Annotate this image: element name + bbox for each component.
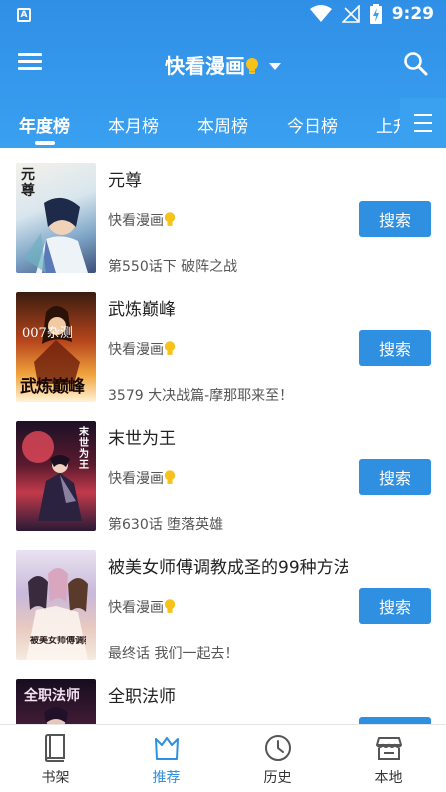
source-selector[interactable]: 快看漫画 [0, 50, 446, 79]
status-time: 9:29 [391, 4, 434, 24]
lightbulb-icon [164, 599, 176, 613]
list-item[interactable]: 末世为王 末世为王 快看漫画 第630话 堕落英雄 搜索 [0, 406, 446, 535]
comic-cover[interactable]: 末世为王 [16, 421, 96, 531]
cover-title-text: 元尊 [21, 167, 35, 199]
comic-source: 快看漫画 [108, 339, 176, 359]
search-button[interactable]: 搜索 [359, 588, 431, 624]
no-signal-icon [341, 5, 360, 23]
app-title: 快看漫画 [165, 54, 245, 78]
comic-cover[interactable]: 元尊 [16, 163, 96, 273]
comic-title: 元尊 [108, 171, 142, 191]
nav-bookshelf[interactable]: 书架 [0, 725, 111, 792]
comic-source: 快看漫画 [108, 468, 176, 488]
cover-badge-text: 007杂测 [22, 326, 73, 341]
search-button[interactable]: 搜索 [359, 459, 431, 495]
status-icons: 9:29 [309, 4, 434, 24]
cover-title-text: 武炼巅峰 [20, 377, 85, 397]
crown-icon [155, 737, 179, 760]
comic-source: 快看漫画 [108, 210, 176, 230]
lightbulb-icon [246, 58, 258, 74]
store-icon [376, 737, 402, 760]
comic-title: 被美女师傅调教成圣的99种方法 [108, 558, 348, 578]
tabs-more-button[interactable] [400, 98, 446, 148]
nav-recommend[interactable]: 推荐 [111, 725, 222, 792]
latest-chapter: 第550话下 破阵之战 [108, 259, 238, 275]
tab-weekly[interactable]: 本周榜 [197, 112, 248, 137]
lightbulb-icon [164, 341, 176, 355]
comic-cover[interactable]: 007杂测 武炼巅峰 [16, 292, 96, 402]
status-bar: A 9:29 [0, 0, 446, 32]
comic-title: 武炼巅峰 [108, 300, 176, 320]
dropdown-caret-icon [269, 63, 281, 70]
ranking-tabs: 年度榜 本月榜 本周榜 今日榜 上升 [0, 98, 446, 148]
lightbulb-icon [164, 470, 176, 484]
list-item[interactable]: 被美女师傅调教 被美女师傅调教成圣的99种方法 快看漫画 最终话 我们一起去！ … [0, 535, 446, 664]
app-bar: 快看漫画 [0, 32, 446, 96]
nav-label: 书架 [41, 770, 70, 786]
clock-icon [265, 735, 291, 761]
comic-title: 末世为王 [108, 429, 176, 449]
nav-label: 历史 [263, 770, 292, 786]
list-item[interactable]: 全职法师 全职法师 搜索 [0, 664, 446, 724]
comic-cover[interactable]: 全职法师 [16, 679, 96, 724]
search-icon[interactable] [402, 50, 430, 78]
list-item[interactable]: 元尊 元尊 快看漫画 第550话下 破阵之战 搜索 [0, 148, 446, 277]
cover-title-text: 全职法师 [24, 688, 80, 704]
latest-chapter: 第630话 堕落英雄 [108, 517, 224, 533]
comic-source: 快看漫画 [108, 597, 176, 617]
tab-yearly[interactable]: 年度榜 [19, 112, 70, 137]
bottom-navigation: 书架 推荐 历史 本地 [0, 724, 446, 792]
nav-local[interactable]: 本地 [333, 725, 444, 792]
wifi-icon [309, 5, 332, 22]
tab-indicator [35, 141, 55, 145]
comic-list: 元尊 元尊 快看漫画 第550话下 破阵之战 搜索 007杂测 武炼巅峰 武炼巅… [0, 148, 446, 724]
cover-title-text: 被美女师傅调教 [30, 636, 86, 646]
app-notification-icon: A [17, 8, 31, 22]
list-item[interactable]: 007杂测 武炼巅峰 武炼巅峰 快看漫画 3579 大决战篇-摩那耶来至！ 搜索 [0, 277, 446, 406]
comic-cover[interactable]: 被美女师傅调教 [16, 550, 96, 660]
nav-history[interactable]: 历史 [222, 725, 333, 792]
search-button[interactable]: 搜索 [359, 330, 431, 366]
header: A 9:29 快看漫画 年度榜 本月榜 本周榜 今日榜 上升 [0, 0, 446, 148]
tab-daily[interactable]: 今日榜 [287, 112, 338, 137]
latest-chapter: 最终话 我们一起去！ [108, 646, 239, 662]
book-icon [45, 734, 65, 762]
comic-title: 全职法师 [108, 687, 176, 707]
search-button[interactable]: 搜索 [359, 201, 431, 237]
cover-title-text: 末世为王 [79, 427, 89, 471]
battery-charging-icon [369, 4, 382, 24]
lightbulb-icon [164, 212, 176, 226]
latest-chapter: 3579 大决战篇-摩那耶来至！ [108, 388, 294, 404]
search-button[interactable]: 搜索 [359, 717, 431, 724]
nav-label: 本地 [374, 770, 403, 786]
tab-monthly[interactable]: 本月榜 [108, 112, 159, 137]
nav-label: 推荐 [152, 770, 181, 786]
